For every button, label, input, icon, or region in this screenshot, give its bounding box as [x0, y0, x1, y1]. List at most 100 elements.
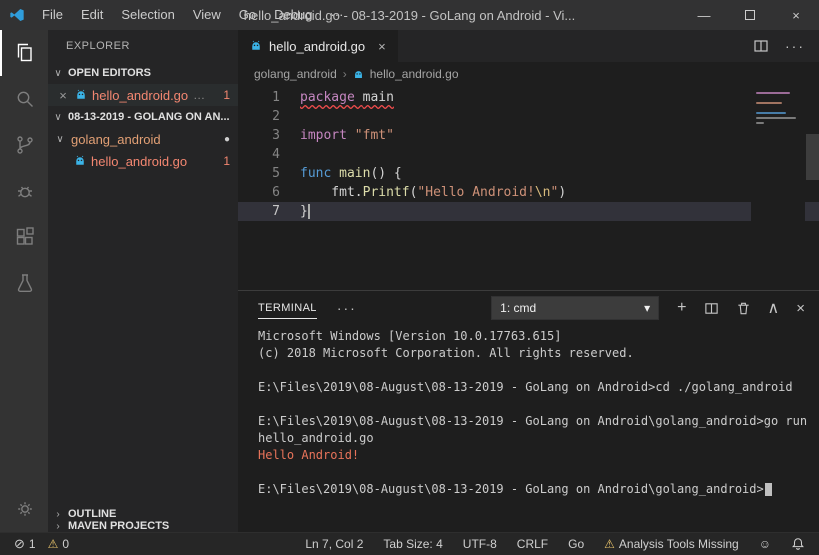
sidebar-title: EXPLORER: [66, 40, 130, 52]
terminal-line: E:\Files\2019\08-August\08-13-2019 - GoL…: [258, 380, 793, 394]
terminal-line: E:\Files\2019\08-August\08-13-2019 - GoL…: [258, 414, 808, 428]
minimize-button[interactable]: —: [681, 0, 727, 30]
menu-file[interactable]: File: [33, 0, 72, 30]
chevron-down-icon: ▾: [644, 301, 651, 315]
menu-selection[interactable]: Selection: [112, 0, 183, 30]
split-terminal-icon[interactable]: [704, 301, 719, 316]
tree-item-hello-android-file[interactable]: hello_android.go 1: [48, 150, 238, 172]
panel-header: TERMINAL ··· 1: cmd ▾ + ∧ ×: [238, 291, 819, 325]
activity-test-button[interactable]: [0, 260, 48, 306]
split-editor-icon[interactable]: [753, 38, 769, 54]
code-line-7-current[interactable]: 7 }: [238, 202, 819, 221]
line-number[interactable]: 4: [238, 145, 280, 164]
line-number[interactable]: 3: [238, 126, 280, 145]
breadcrumb-folder[interactable]: golang_android: [254, 67, 337, 81]
activity-search-button[interactable]: [0, 76, 48, 122]
activity-debug-button[interactable]: [0, 168, 48, 214]
minimap-bar: [756, 92, 790, 94]
activity-settings-button[interactable]: [0, 486, 48, 532]
tab-close-icon[interactable]: ×: [378, 39, 386, 54]
chevron-right-icon: ›: [56, 520, 60, 532]
activity-source-control-button[interactable]: [0, 122, 48, 168]
code-token: main: [339, 166, 371, 181]
activity-explorer-button[interactable]: [0, 30, 48, 76]
git-branch-icon: [13, 133, 37, 157]
new-terminal-icon[interactable]: +: [677, 299, 686, 317]
activity-extensions-button[interactable]: [0, 214, 48, 260]
error-squiggle: package main: [300, 90, 394, 105]
breadcrumb-file[interactable]: hello_android.go: [370, 67, 459, 81]
analysis-tools-label: Analysis Tools Missing: [618, 537, 739, 551]
tab-bar: hello_android.go × ···: [238, 30, 819, 62]
minimap-bar: [756, 112, 786, 114]
error-count: 1: [28, 537, 36, 551]
minimap-bar: [756, 117, 796, 119]
go-file-icon: [353, 69, 364, 80]
maven-projects-section-header[interactable]: › MAVEN PROJECTS: [48, 520, 238, 532]
problems-errors-indicator[interactable]: ⊘ 1: [10, 536, 40, 552]
tree-filename: hello_android.go: [91, 153, 188, 169]
maximize-button[interactable]: [727, 0, 773, 30]
folder-name: golang_android: [71, 131, 161, 147]
code-line-5[interactable]: 5 func main() {: [238, 164, 819, 183]
panel-more-icon[interactable]: ···: [337, 300, 357, 316]
line-number[interactable]: 7: [238, 202, 280, 221]
workspace-label: 08-13-2019 - GOLANG ON AN...: [68, 111, 230, 123]
close-button[interactable]: ×: [773, 0, 819, 30]
analysis-tools-warning[interactable]: ⚠ Analysis Tools Missing: [600, 537, 743, 551]
go-file-icon: [250, 40, 262, 52]
bottom-panel: TERMINAL ··· 1: cmd ▾ + ∧ × Microsoft Wi…: [238, 290, 819, 532]
workspace-section-header[interactable]: ∨ 08-13-2019 - GOLANG ON AN...: [48, 106, 238, 128]
more-actions-icon[interactable]: ···: [785, 38, 805, 54]
tab-size-indicator[interactable]: Tab Size: 4: [379, 537, 446, 551]
code-line-3[interactable]: 3 import "fmt": [238, 126, 819, 145]
notifications-bell-button[interactable]: [787, 537, 809, 551]
feedback-smiley-button[interactable]: ☺: [755, 537, 775, 551]
problems-badge: 1: [223, 88, 230, 102]
encoding-indicator[interactable]: UTF-8: [459, 537, 501, 551]
line-number[interactable]: 6: [238, 183, 280, 202]
breadcrumb: golang_android › hello_android.go: [238, 62, 819, 86]
terminal-instance-select[interactable]: 1: cmd ▾: [491, 296, 660, 320]
line-number[interactable]: 5: [238, 164, 280, 183]
language-mode-indicator[interactable]: Go: [564, 537, 588, 551]
line-number[interactable]: 2: [238, 107, 280, 126]
open-editor-item-hello-android[interactable]: × hello_android.go … 1: [48, 84, 238, 106]
menu-view[interactable]: View: [184, 0, 230, 30]
maximize-panel-icon[interactable]: ∧: [768, 298, 780, 318]
close-panel-icon[interactable]: ×: [796, 300, 805, 317]
kill-terminal-trash-icon[interactable]: [736, 301, 751, 316]
code-token: ): [558, 185, 567, 200]
code-line-2[interactable]: 2: [238, 107, 819, 126]
close-editor-icon[interactable]: ×: [56, 88, 70, 103]
terminal-line: Microsoft Windows [Version 10.0.17763.61…: [258, 329, 562, 343]
tab-hello-android[interactable]: hello_android.go ×: [238, 30, 398, 62]
tree-item-golang-android-folder[interactable]: ∨ golang_android ●: [48, 128, 238, 150]
tab-terminal[interactable]: TERMINAL: [258, 297, 317, 319]
problems-warnings-indicator[interactable]: ⚠ 0: [44, 536, 73, 552]
eol-indicator[interactable]: CRLF: [513, 537, 552, 551]
activity-bar-spacer: [0, 306, 48, 486]
maximize-icon: [745, 10, 755, 20]
go-file-icon: [74, 155, 86, 167]
open-editors-header[interactable]: ∨ OPEN EDITORS: [48, 62, 238, 84]
menu-edit[interactable]: Edit: [72, 0, 112, 30]
minimap[interactable]: [751, 86, 805, 290]
code-line-1[interactable]: 1 package main: [238, 88, 819, 107]
files-icon: [13, 41, 37, 65]
chevron-down-icon: ∨: [56, 133, 64, 145]
editor-scrollbar-thumb[interactable]: [806, 134, 819, 180]
chevron-down-icon: ∨: [54, 67, 62, 79]
outline-section-header[interactable]: › OUTLINE: [48, 508, 238, 520]
terminal-line: hello_android.go: [258, 431, 374, 445]
code-line-4[interactable]: 4: [238, 145, 819, 164]
cursor-position-indicator[interactable]: Ln 7, Col 2: [301, 537, 367, 551]
minimap-bar: [756, 122, 764, 124]
code-line-6[interactable]: 6 fmt.Printf("Hello Android!\n"): [238, 183, 819, 202]
code-editor[interactable]: 1 package main 2 3 import "fmt" 4 5 func…: [238, 86, 819, 290]
terminal-output[interactable]: Microsoft Windows [Version 10.0.17763.61…: [238, 325, 819, 532]
code-token: \n: [534, 185, 551, 200]
line-number[interactable]: 1: [238, 88, 280, 107]
editor-group: hello_android.go × ··· golang_android › …: [238, 30, 819, 532]
